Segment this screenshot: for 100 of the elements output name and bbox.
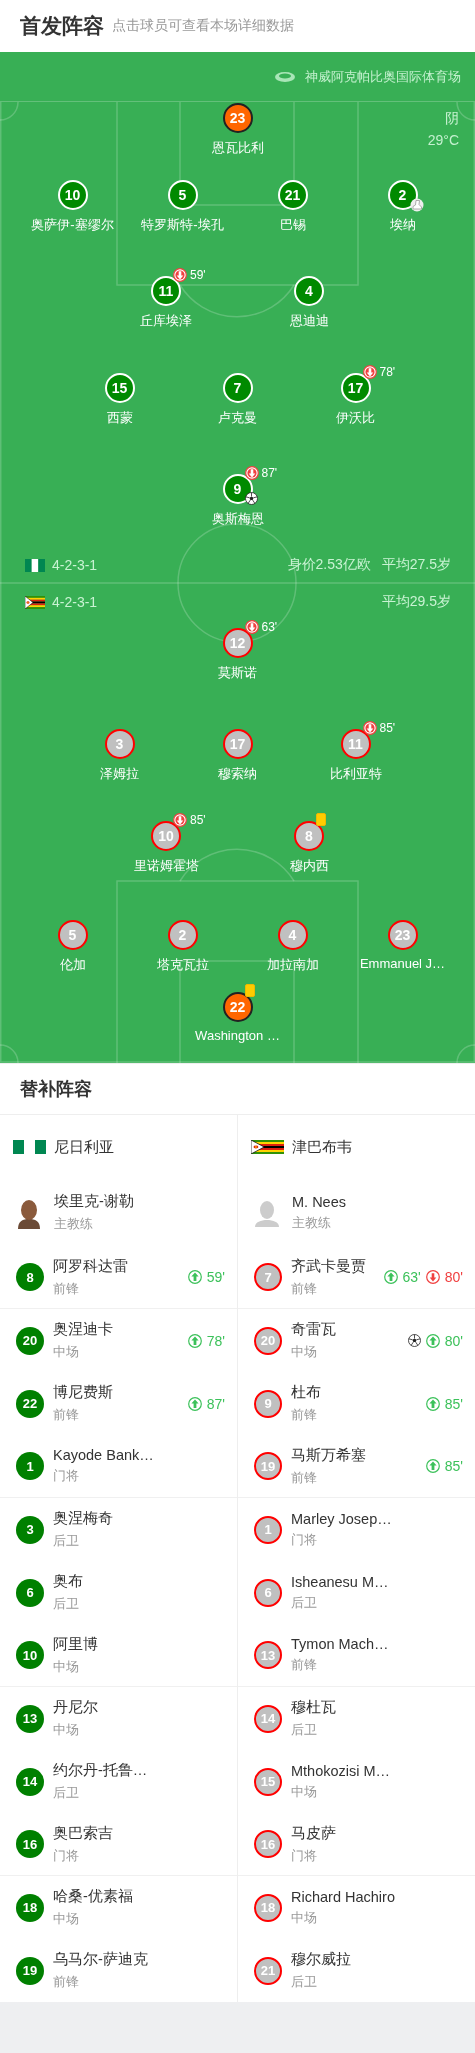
player-number[interactable]: 14	[16, 1767, 44, 1796]
weather-text: 阴	[445, 110, 459, 128]
player-number[interactable]: 16	[16, 1830, 44, 1858]
player-name[interactable]: 巴锡	[279, 216, 306, 234]
player-number[interactable]: 13	[16, 1704, 44, 1733]
ball-icon	[244, 492, 258, 505]
player-name[interactable]: 奥巴索吉	[53, 1823, 113, 1843]
average-age: 平均27.5岁	[381, 556, 451, 574]
player-number[interactable]: 18	[16, 1893, 44, 1922]
player-position: 前锋	[291, 1406, 317, 1424]
player-number[interactable]: 15	[104, 373, 135, 403]
player-number[interactable]: 5	[167, 180, 198, 210]
player-name[interactable]: 穆尔威拉	[291, 1950, 351, 1969]
coach-name[interactable]: M. Nees	[292, 1193, 346, 1210]
player-name[interactable]: Kayode Bank…	[53, 1447, 154, 1463]
player-name[interactable]: 埃纳	[389, 216, 416, 234]
minute-text: 87'	[261, 466, 278, 480]
player-number[interactable]: 21	[277, 180, 308, 210]
player-name[interactable]: 丘库埃泽	[140, 312, 192, 330]
player-name[interactable]: 穆内西	[289, 857, 329, 875]
player-name[interactable]: 杜布	[291, 1383, 321, 1402]
player-name[interactable]: 泽姆拉	[100, 765, 139, 783]
player-name[interactable]: 奥斯梅恩	[211, 510, 264, 528]
down-arrow-icon	[244, 466, 259, 480]
player-position: 门将	[53, 1467, 79, 1485]
player-name[interactable]: 恩瓦比利	[211, 139, 264, 157]
player-name[interactable]: 乌马尔-萨迪克	[53, 1950, 148, 1969]
player-position: 中场	[53, 1721, 79, 1739]
player-name[interactable]: 恩迪迪	[289, 312, 329, 330]
player-number[interactable]: 23	[222, 103, 253, 133]
player-name[interactable]: Richard Hachiro	[291, 1888, 395, 1905]
minute-text: 85'	[379, 721, 396, 735]
player-name[interactable]: Mthokozisi M…	[291, 1762, 391, 1779]
minute-text: 80'	[444, 1332, 463, 1349]
minute-text: 85'	[190, 813, 206, 827]
minute-text: 87'	[206, 1395, 225, 1412]
player-name[interactable]: 丹尼尔	[53, 1698, 98, 1717]
player-name[interactable]: 伦加	[59, 956, 86, 974]
player-number[interactable]: 2	[387, 180, 418, 210]
player-position: 前锋	[53, 1973, 79, 1991]
player-number[interactable]: 17	[340, 373, 371, 403]
player-name[interactable]: 塔克瓦拉	[156, 956, 209, 974]
player-name[interactable]: 奥涅梅奇	[53, 1509, 113, 1528]
player-name[interactable]: 卢克曼	[218, 409, 257, 427]
player-number[interactable]: 7	[222, 373, 253, 403]
player-name[interactable]: Emmanuel J…	[359, 956, 446, 971]
player-name[interactable]: 齐武卡曼贾	[291, 1256, 366, 1276]
player-number[interactable]: 8	[16, 1263, 44, 1291]
player-name[interactable]: 阿罗科达雷	[53, 1256, 128, 1276]
player-name[interactable]: 阿里博	[53, 1634, 98, 1654]
coach-name[interactable]: 埃里克-谢勒	[54, 1192, 134, 1211]
player-name[interactable]: 奇雷瓦	[291, 1320, 336, 1339]
player-number[interactable]: 22	[16, 1389, 44, 1418]
player-name[interactable]: 约尔丹-托鲁…	[53, 1761, 148, 1780]
player-name[interactable]: 伊沃比	[336, 409, 375, 427]
player-name[interactable]: 里诺姆霍塔	[133, 857, 199, 875]
player-position: 后卫	[291, 1593, 317, 1612]
player-name[interactable]: 哈桑-优素福	[53, 1887, 133, 1906]
player-position: 门将	[291, 1846, 317, 1865]
minute-text: 85'	[444, 1395, 463, 1412]
minute-text: 59'	[206, 1269, 225, 1285]
player-number[interactable]: 1	[16, 1452, 44, 1480]
player-number[interactable]: 19	[16, 1956, 44, 1985]
temperature-text: 29°C	[427, 132, 459, 148]
player-name[interactable]: 比利亚特	[329, 765, 382, 783]
formation-text: 4-2-3-1	[52, 594, 98, 610]
down-arrow-icon	[362, 365, 377, 379]
player-name[interactable]: 加拉南加	[266, 956, 319, 974]
player-name[interactable]: Washington …	[195, 1028, 280, 1043]
minute-text: 78'	[206, 1332, 225, 1349]
player-name[interactable]: 马皮萨	[291, 1823, 336, 1843]
minute-text: 85'	[444, 1458, 463, 1474]
player-name[interactable]: 奥涅迪卡	[53, 1320, 113, 1339]
player-number[interactable]: 4	[294, 276, 324, 306]
player-name[interactable]: 西蒙	[106, 409, 133, 427]
player-name[interactable]: 奥萨伊-塞缪尔	[31, 216, 114, 234]
player-name[interactable]: 马斯万希塞	[291, 1445, 366, 1465]
player-number[interactable]: 3	[16, 1515, 44, 1544]
player-name[interactable]: 莫斯诺	[218, 664, 257, 682]
player-name[interactable]: 穆索纳	[218, 765, 257, 783]
section-title: 替补阵容	[20, 1078, 92, 1101]
player-name[interactable]: 特罗斯特-埃孔	[141, 216, 224, 234]
player-number[interactable]: 6	[16, 1578, 44, 1607]
player-name[interactable]: 奥布	[53, 1572, 83, 1591]
player-name[interactable]: 博尼费斯	[53, 1383, 113, 1402]
player-number[interactable]: 11	[151, 276, 181, 306]
player-number[interactable]: 10	[16, 1641, 44, 1669]
minute-text: 80'	[444, 1269, 463, 1285]
player-position: 前锋	[291, 1656, 317, 1674]
player-number[interactable]: 22	[222, 992, 253, 1022]
player-name[interactable]: Isheanesu M…	[291, 1573, 389, 1590]
team-name: 尼日利亚	[54, 1137, 114, 1157]
player-number[interactable]: 10	[57, 180, 88, 210]
player-number[interactable]: 20	[16, 1326, 44, 1355]
flag-icon	[13, 1140, 46, 1154]
player-name[interactable]: Tymon Mach…	[291, 1636, 389, 1652]
stadium-name: 神威阿克帕比奥国际体育场	[305, 67, 461, 86]
player-name[interactable]: Marley Josep…	[291, 1510, 392, 1527]
player-name[interactable]: 穆杜瓦	[291, 1698, 336, 1717]
flag-icon	[251, 1140, 284, 1154]
